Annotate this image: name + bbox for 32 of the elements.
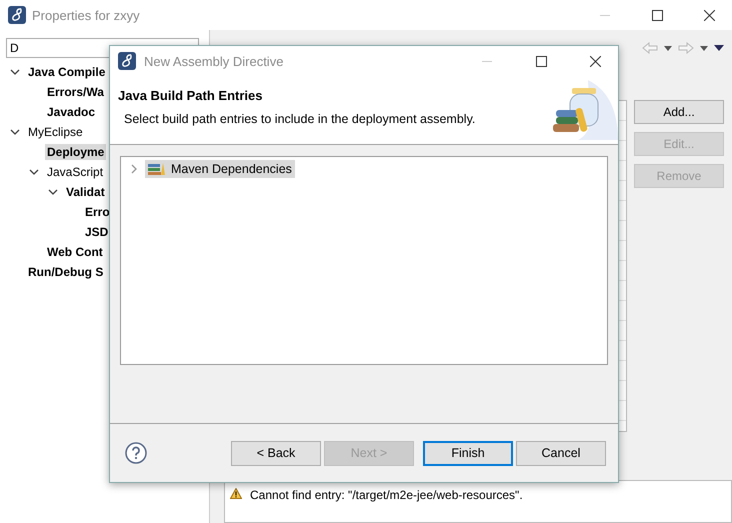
tree-item[interactable]: Errors/Wa (45, 84, 106, 100)
side-button[interactable]: Add... (634, 100, 724, 124)
page-heading: Java Build Path Entries (118, 88, 264, 103)
window-title: Properties for zxyy (32, 8, 141, 22)
tree-item[interactable]: Run/Debug S (26, 264, 106, 280)
close-icon[interactable] (704, 10, 714, 20)
tree-item[interactable]: Deployme (45, 144, 106, 160)
maximize-icon[interactable] (536, 56, 546, 66)
wizard-button[interactable]: Cancel (516, 440, 606, 466)
maximize-icon[interactable] (652, 10, 662, 20)
tree-item[interactable]: JavaScript (45, 164, 106, 180)
tree-item[interactable]: Web Cont (45, 244, 105, 260)
close-icon[interactable] (590, 56, 600, 66)
library-icon (148, 162, 166, 176)
view-menu-icon[interactable] (714, 45, 724, 51)
page-description: Select build path entries to include in the deployment assembly. (124, 112, 476, 126)
app-logo-icon (118, 52, 136, 70)
dropdown-icon[interactable] (664, 46, 672, 50)
tree-item[interactable]: Validat (64, 184, 107, 200)
app-logo-icon (8, 6, 26, 24)
message-text: Cannot find entry: "/target/m2e-jee/web-resources". (250, 488, 523, 502)
help-icon[interactable] (125, 442, 147, 464)
dropdown-icon[interactable] (700, 46, 708, 50)
warning-icon (230, 488, 242, 499)
tree-item[interactable]: JSD (83, 224, 110, 240)
tree-item[interactable]: Erro (83, 204, 112, 220)
tree-item[interactable]: Maven Dependencies (145, 160, 295, 178)
tree-item[interactable]: Javadoc (45, 104, 98, 120)
wizard-button[interactable]: Finish (423, 440, 513, 466)
tree-item[interactable]: MyEclipse (26, 124, 85, 140)
wizard-button[interactable]: < Back (231, 440, 321, 466)
tree-item[interactable]: Java Compile (26, 64, 108, 80)
